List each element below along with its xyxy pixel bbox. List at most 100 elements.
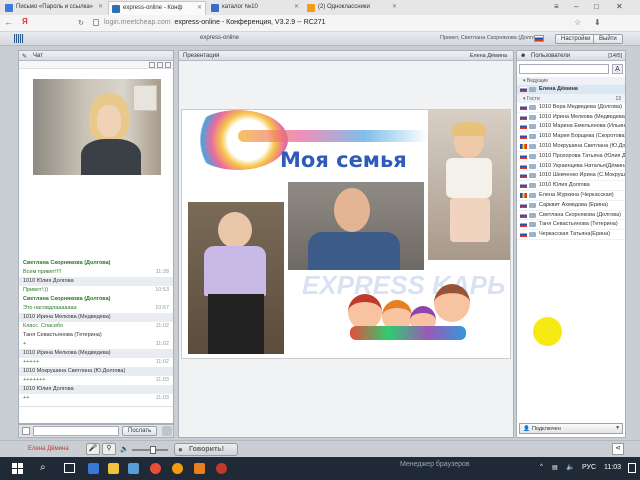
chat-message-author: 1010 Юлия Долгова — [19, 385, 173, 394]
edge-icon[interactable] — [88, 463, 99, 474]
webcam-icon — [529, 124, 536, 130]
task-view-icon[interactable] — [64, 463, 75, 473]
file-explorer-icon[interactable] — [108, 463, 119, 474]
download-icon[interactable]: ⬇ — [594, 18, 601, 27]
users-sort-icon[interactable]: Ạ — [612, 64, 623, 74]
language-flag-icon[interactable] — [534, 35, 544, 42]
brand-label: express-online — [200, 35, 240, 41]
webcam-video — [33, 79, 161, 175]
user-name: 1010 Вера Медведева (Долгова) — [539, 103, 622, 110]
send-button[interactable]: Послать — [122, 426, 158, 436]
close-tab-icon[interactable]: ✕ — [98, 3, 103, 10]
chat-message-author: Светлана Скорнякова (Долгова) — [23, 260, 111, 266]
chat-message-text: Это насовдлааааааа — [23, 305, 77, 311]
user-name: Черкасская Татьяна(Ерина) — [539, 231, 611, 238]
user-row[interactable]: Черкасская Татьяна(Ерина) — [517, 230, 625, 240]
opera-icon[interactable] — [216, 463, 227, 474]
flag-icon — [520, 87, 527, 92]
settings-button[interactable]: Настройки — [555, 34, 597, 44]
user-name: 1010 Марина Емельянова (Ильина) — [539, 123, 625, 130]
users-search-input[interactable] — [519, 64, 609, 74]
user-row-leader[interactable]: Елена Дёмина — [517, 85, 625, 95]
network-icon[interactable]: ▤ — [552, 464, 558, 471]
user-row[interactable]: 1010 Мокрушина Светлана (Ю.Долгова) — [517, 142, 625, 152]
menu-icon[interactable]: ≡ — [554, 2, 559, 11]
grid-icon[interactable] — [14, 34, 24, 43]
yandex-browser-icon[interactable] — [150, 463, 161, 474]
reload-icon[interactable]: ↻ — [78, 19, 84, 27]
chat-message: Всем привет!!!! 11:28 — [19, 268, 173, 277]
user-row[interactable]: Елена Журкина (Черкасская) — [517, 191, 625, 201]
users-list: ▾ Ведущие Елена Дёмина ▾ Гости 13 1010 Ве… — [517, 77, 625, 240]
star-icon[interactable]: ☆ — [574, 18, 581, 27]
chat-message-text: Привет!:)) — [23, 287, 49, 293]
close-tab-icon[interactable]: ✕ — [294, 3, 299, 10]
user-row[interactable]: 1010 Вера Медведева (Долгова) — [517, 103, 625, 113]
speak-button[interactable]: ● Говорить! — [174, 443, 238, 456]
user-row[interactable]: 1010 Украинцева Наталья(Дёмина) — [517, 162, 625, 172]
page-icon — [93, 19, 99, 26]
chat-message: Класс. Спасибо 11:02 — [19, 322, 173, 331]
chat-message-text: +++++ — [23, 359, 40, 365]
smiley-icon[interactable] — [22, 427, 30, 435]
speaker-icon[interactable]: 🔈 — [120, 445, 129, 453]
user-row[interactable]: Светлана Скорнякова (Долгова) — [517, 211, 625, 221]
chat-message-time: 11:02 — [155, 359, 169, 365]
browser-manager-label[interactable]: Менеджер браузеров — [400, 461, 470, 468]
chat-message-text: + — [23, 341, 27, 347]
up-arrow-icon[interactable]: ^ — [540, 464, 543, 470]
clock[interactable]: 11:03 — [604, 464, 621, 471]
volume-slider-handle[interactable] — [150, 446, 156, 454]
webcam-icon — [529, 173, 536, 179]
browser-tab-odnoklassniki[interactable]: (2) Одноклассники ✕ — [304, 1, 400, 15]
language-indicator[interactable]: РУС — [582, 464, 596, 471]
attach-icon[interactable] — [162, 426, 172, 436]
status-label: Подключен — [532, 426, 561, 432]
location-icon[interactable]: ⚲ — [102, 443, 116, 455]
popout-icon[interactable] — [149, 62, 155, 68]
search-icon[interactable]: ⌕ — [40, 462, 46, 473]
chat-message-time: 11:02 — [155, 323, 169, 329]
group-guests[interactable]: ▾ Гости 13 — [517, 94, 625, 103]
user-row[interactable]: Таня Севастьянова (Тетерина) — [517, 220, 625, 231]
mail-icon[interactable] — [172, 463, 183, 474]
close-window-icon[interactable]: ✕ — [616, 2, 623, 11]
photo-girl — [428, 110, 510, 260]
close-tab-icon[interactable]: ✕ — [392, 3, 397, 10]
status-select[interactable]: 👤 Подключен ▾ — [519, 423, 623, 434]
user-row[interactable]: Сарквит Ахмедова (Ерина) — [517, 201, 625, 211]
maximize-icon[interactable]: □ — [594, 2, 599, 11]
group-leading[interactable]: ▾ Ведущие — [517, 77, 625, 85]
settings-icon[interactable] — [157, 62, 163, 68]
close-panel-icon[interactable] — [165, 62, 171, 68]
microphone-icon[interactable]: 🎤 — [86, 443, 100, 455]
close-tab-icon[interactable]: ✕ — [197, 4, 202, 11]
browser-tab-catalog[interactable]: каталог №10 ✕ — [208, 1, 302, 15]
url-field[interactable]: login.meetcheap.com express-online - Кон… — [90, 17, 530, 30]
user-row[interactable]: 1010 Ирина Мелкова (Медведева) — [517, 113, 625, 123]
volume-icon[interactable]: 🔈 — [566, 463, 575, 471]
odnoklassniki-icon[interactable] — [194, 463, 205, 474]
browser-tab-mail[interactable]: Письмо «Пароль и ссылка» ✕ — [2, 1, 106, 15]
minimize-icon[interactable]: – — [574, 2, 578, 11]
user-row[interactable]: 1010 Мария Борщева (Скоротова) — [517, 132, 625, 142]
browser-tab-express-online[interactable]: express-online - Конф ✕ — [108, 1, 206, 15]
user-row[interactable]: 1010 Юлия Долгова — [517, 181, 625, 191]
users-title: Пользователи — [531, 53, 571, 59]
user-row[interactable]: 1010 Марина Емельянова (Ильина) — [517, 122, 625, 133]
windows-start-icon[interactable] — [12, 463, 23, 474]
store-icon[interactable] — [128, 463, 139, 474]
user-name: 1010 Ирина Мелкова (Медведева) — [539, 113, 625, 120]
notifications-icon[interactable] — [628, 463, 636, 473]
user-row[interactable]: 1010 Шевченко Ирина (С.Мокрушина) — [517, 171, 625, 182]
presenter-name: Елена Дёмина — [469, 53, 507, 59]
exit-button[interactable]: Выйти — [593, 34, 623, 44]
user-row[interactable]: 1010 Прохорова Татьяна (Юлия Долгова) — [517, 152, 625, 162]
share-icon[interactable]: ⋖ — [612, 443, 624, 455]
chat-message-input[interactable] — [33, 426, 119, 436]
flag-icon — [520, 104, 527, 110]
chat-message: +++++ 11:02 — [19, 358, 173, 367]
webcam-icon — [529, 104, 536, 110]
back-icon[interactable]: ← — [4, 17, 13, 27]
yandex-icon[interactable]: Я — [22, 17, 28, 26]
